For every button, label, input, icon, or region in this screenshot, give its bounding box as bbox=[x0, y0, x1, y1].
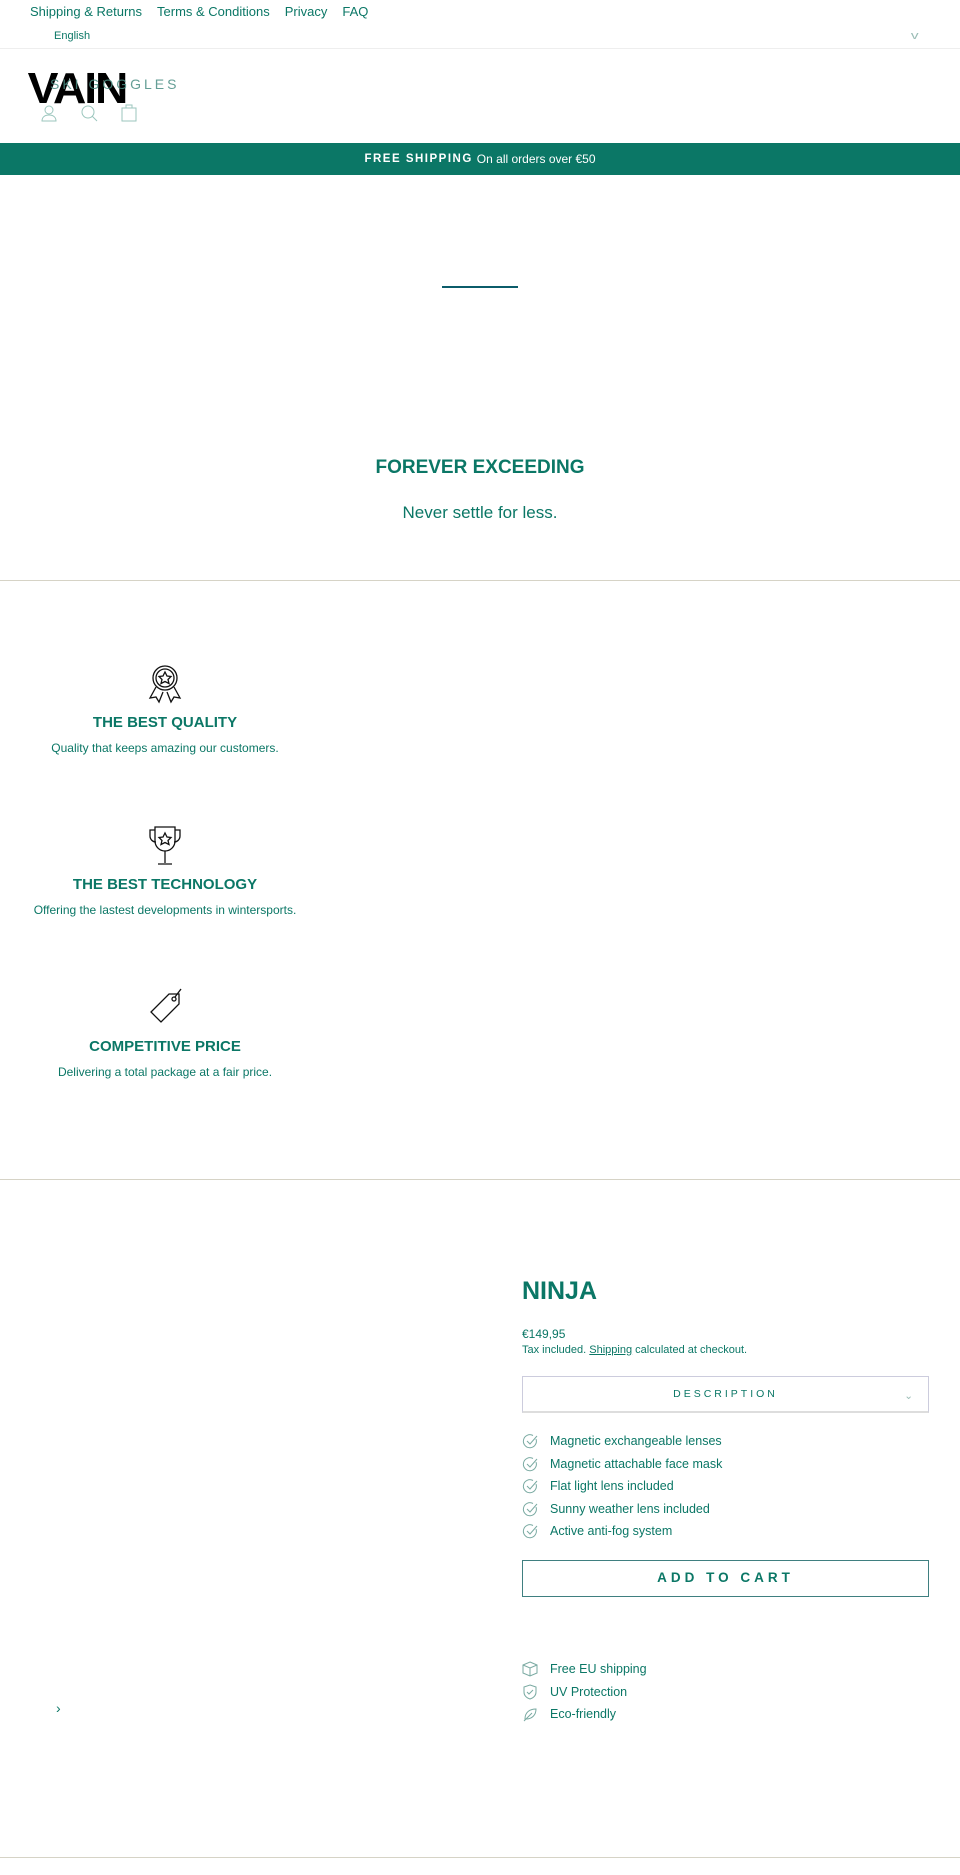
shipping-banner: FREE SHIPPING On all orders over €50 bbox=[0, 143, 960, 175]
accent-line bbox=[442, 286, 518, 288]
tax-note: Tax included. Shipping calculated at che… bbox=[522, 1344, 747, 1356]
trophy-icon bbox=[149, 826, 181, 865]
price-tag-icon bbox=[150, 988, 182, 1023]
check-circle-icon bbox=[522, 1434, 538, 1449]
description-accordion[interactable]: DESCRIPTION ⌄ bbox=[522, 1376, 929, 1413]
hero-subtitle: Never settle for less. bbox=[402, 503, 558, 522]
top-nav: Shipping & Returns Terms & Conditions Pr… bbox=[30, 4, 368, 19]
box-icon bbox=[522, 1661, 538, 1677]
feature-text: Offering the lastest developments in win… bbox=[33, 903, 297, 917]
banner-bold: FREE SHIPPING bbox=[364, 153, 473, 165]
bullet-text: Active anti-fog system bbox=[550, 1524, 673, 1538]
nav-privacy[interactable]: Privacy bbox=[285, 4, 328, 19]
gallery-next-arrow[interactable]: › bbox=[56, 1700, 61, 1716]
check-circle-icon bbox=[522, 1479, 538, 1494]
feature-quality: THE BEST QUALITY Quality that keeps amaz… bbox=[0, 662, 330, 755]
feature-bullet: Magnetic exchangeable lenses bbox=[522, 1433, 722, 1449]
leaf-icon bbox=[523, 1708, 537, 1722]
hero-title: FOREVER EXCEEDING bbox=[375, 457, 585, 478]
perk-uv: UV Protection bbox=[522, 1684, 627, 1700]
feature-title: THE BEST TECHNOLOGY bbox=[72, 876, 258, 893]
nav-ski-goggles[interactable]: SKI GOGGLES bbox=[50, 76, 179, 92]
product-title: NINJA bbox=[522, 1277, 598, 1305]
check-circle-icon bbox=[522, 1456, 538, 1471]
bullet-text: Flat light lens included bbox=[550, 1479, 674, 1493]
bullet-text: Magnetic exchangeable lenses bbox=[550, 1434, 722, 1448]
perk-text: Eco-friendly bbox=[550, 1707, 616, 1721]
divider bbox=[0, 1857, 960, 1858]
award-ribbon-icon bbox=[148, 665, 182, 704]
add-to-cart-button[interactable]: ADD TO CART bbox=[522, 1560, 929, 1597]
perk-eco: Eco-friendly bbox=[522, 1706, 616, 1722]
divider bbox=[0, 1179, 960, 1180]
perk-shipping: Free EU shipping bbox=[522, 1661, 647, 1677]
chevron-down-icon[interactable]: v bbox=[911, 30, 919, 42]
feature-title: COMPETITIVE PRICE bbox=[89, 1038, 241, 1055]
feature-text: Delivering a total package at a fair pri… bbox=[57, 1065, 273, 1079]
feature-bullet: Flat light lens included bbox=[522, 1478, 674, 1494]
chevron-down-icon: ⌄ bbox=[904, 1390, 916, 1402]
feature-bullet: Magnetic attachable face mask bbox=[522, 1456, 722, 1472]
bullet-text: Magnetic attachable face mask bbox=[550, 1456, 723, 1471]
cart-icon[interactable] bbox=[120, 104, 138, 122]
description-label: DESCRIPTION bbox=[673, 1388, 778, 1400]
feature-bullet: Sunny weather lens included bbox=[522, 1501, 710, 1517]
perk-text: Free EU shipping bbox=[550, 1662, 647, 1676]
divider bbox=[0, 580, 960, 581]
divider bbox=[0, 48, 960, 49]
search-icon[interactable] bbox=[80, 104, 98, 122]
feature-title: THE BEST QUALITY bbox=[92, 714, 238, 731]
banner-text: On all orders over €50 bbox=[476, 152, 596, 166]
tax-suffix: calculated at checkout. bbox=[635, 1344, 748, 1356]
check-circle-icon bbox=[522, 1501, 538, 1516]
perk-text: UV Protection bbox=[550, 1685, 628, 1699]
nav-faq[interactable]: FAQ bbox=[342, 4, 368, 19]
bullet-text: Sunny weather lens included bbox=[550, 1501, 710, 1516]
nav-shipping-returns[interactable]: Shipping & Returns bbox=[30, 4, 142, 19]
feature-bullet: Active anti-fog system bbox=[522, 1523, 672, 1539]
shipping-link[interactable]: Shipping bbox=[589, 1344, 632, 1356]
feature-text: Quality that keeps amazing our customers… bbox=[51, 741, 279, 755]
feature-technology: THE BEST TECHNOLOGY Offering the lastest… bbox=[0, 824, 330, 917]
language-selector[interactable]: English bbox=[54, 30, 90, 42]
header-icons bbox=[40, 104, 138, 122]
nav-terms[interactable]: Terms & Conditions bbox=[157, 4, 270, 19]
tax-prefix: Tax included. bbox=[522, 1344, 587, 1356]
shield-icon bbox=[523, 1684, 537, 1700]
account-icon[interactable] bbox=[40, 104, 58, 122]
product-price: €149,95 bbox=[522, 1327, 566, 1341]
check-circle-icon bbox=[522, 1524, 538, 1539]
feature-price: COMPETITIVE PRICE Delivering a total pac… bbox=[0, 986, 330, 1079]
